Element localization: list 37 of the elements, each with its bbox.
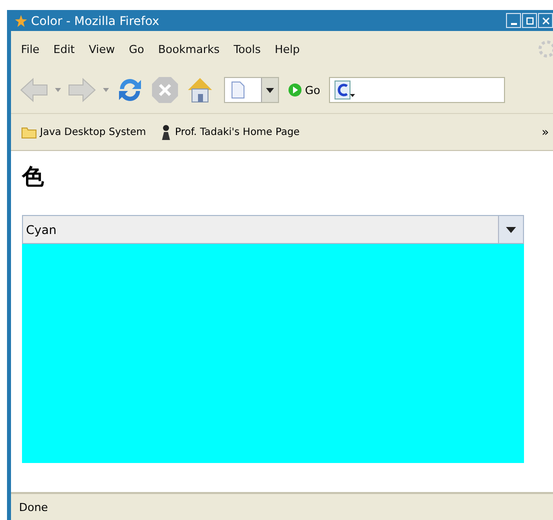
menu-item[interactable]: Help: [274, 42, 300, 56]
go-button[interactable]: Go: [284, 83, 324, 97]
play-icon: [288, 83, 302, 97]
status-bar: Done: [11, 492, 553, 520]
bookmark-item[interactable]: Java Desktop System: [21, 126, 146, 138]
menu-item[interactable]: Tools: [234, 42, 261, 56]
caret-icon[interactable]: [54, 87, 62, 93]
menu-item[interactable]: File: [21, 42, 40, 56]
maximize-button[interactable]: [522, 13, 537, 28]
forward-arrow-icon[interactable]: [67, 77, 97, 103]
menu-item[interactable]: Go: [128, 42, 144, 56]
menu-item[interactable]: Edit: [53, 42, 75, 56]
color-dropdown[interactable]: Cyan: [22, 215, 524, 244]
menu-item[interactable]: View: [88, 42, 115, 56]
maximize-icon: [526, 16, 534, 24]
page-heading: 色: [22, 164, 45, 192]
window-title: Color - Mozilla Firefox: [31, 14, 160, 28]
menu-item[interactable]: Bookmarks: [158, 42, 220, 56]
caret-icon: [505, 226, 517, 234]
person-icon: [160, 124, 172, 140]
page-dropdown[interactable]: [224, 77, 279, 103]
chevron-button[interactable]: »: [542, 125, 549, 139]
back-arrow-icon[interactable]: [19, 77, 49, 103]
throbber-icon: [537, 39, 553, 59]
stop-icon[interactable]: [150, 75, 180, 105]
page-icon: [231, 81, 245, 99]
close-icon: [542, 16, 550, 24]
minimize-button[interactable]: [506, 13, 521, 28]
caret-icon[interactable]: [102, 87, 110, 93]
search-engine-icon[interactable]: [334, 80, 356, 100]
bookmark-item[interactable]: Prof. Tadaki's Home Page: [160, 124, 300, 140]
close-button[interactable]: [538, 13, 553, 28]
caret-icon: [265, 86, 275, 94]
folder-icon: [21, 126, 37, 138]
minimize-icon: [510, 22, 516, 24]
star-icon: [15, 14, 27, 26]
search-field[interactable]: [329, 77, 506, 103]
